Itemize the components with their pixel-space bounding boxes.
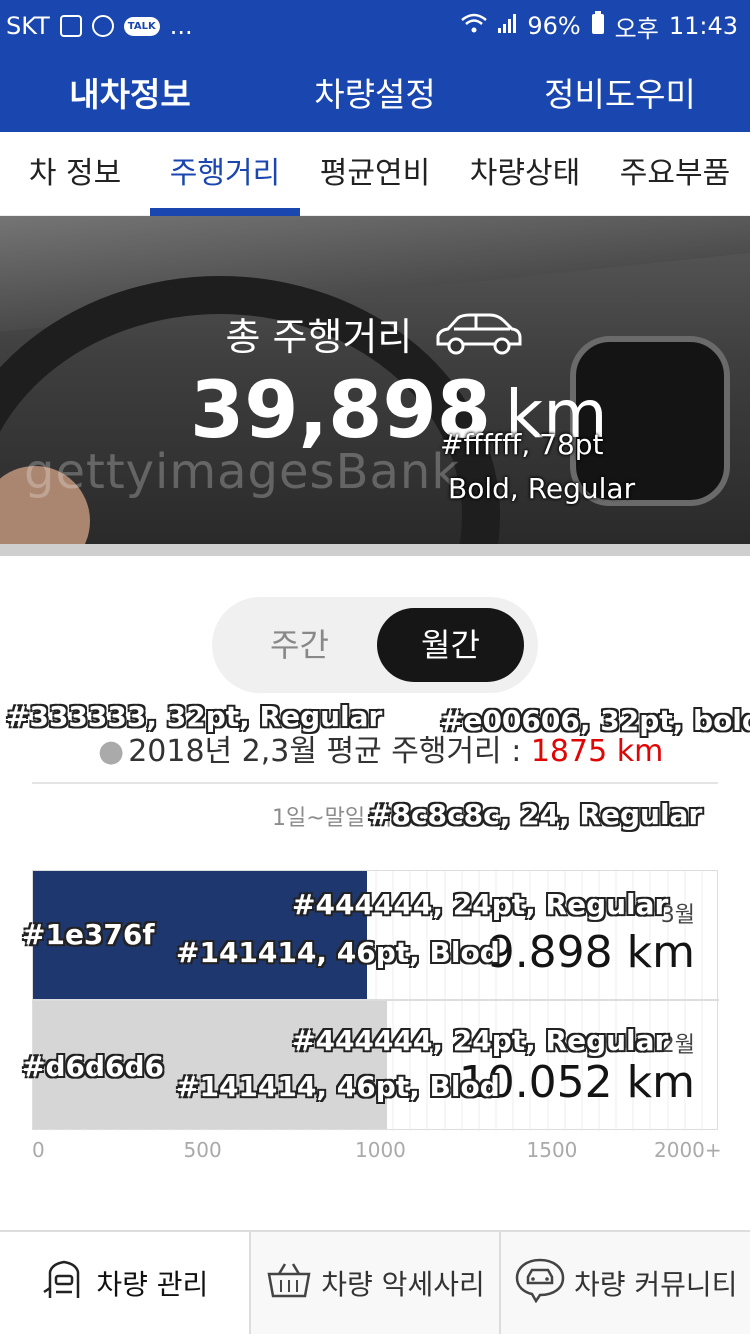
style-note-average-text: #333333, 32pt, Regular bbox=[6, 700, 383, 733]
style-note-month-2: #444444, 24pt, Regular bbox=[292, 1024, 669, 1057]
bottom-nav-accessories[interactable]: 차량 악세사리 bbox=[250, 1232, 502, 1334]
basket-icon bbox=[265, 1260, 313, 1307]
style-note-average-value: #e00606, 32pt, bold bbox=[440, 704, 750, 737]
divider bbox=[32, 782, 718, 784]
mileage-hero: gettyimagesBank 총 주행거리 39,898 km #ffffff,… bbox=[0, 216, 750, 544]
style-note-value-2: #141414, 46pt, Blod bbox=[176, 1070, 500, 1103]
tab-mileage[interactable]: 주행거리 bbox=[150, 132, 300, 216]
x-axis-tick: 2000+ bbox=[654, 1138, 722, 1162]
x-axis-tick: 1500 bbox=[526, 1138, 578, 1162]
style-note-value: #ffffff, 78pt bbox=[440, 428, 604, 461]
ampm-label: 오후 bbox=[614, 14, 659, 43]
bottom-nav: 차량 관리 차량 악세사리 차량 커뮤니티 bbox=[0, 1230, 750, 1334]
nav-maintenance-helper[interactable]: 정비도우미 bbox=[490, 68, 750, 116]
talk-icon: TALK bbox=[123, 16, 160, 36]
style-note-period: #8c8c8c, 24, Regular bbox=[368, 798, 703, 831]
status-bar: SKT TALK ... 96% 오후 11:43 bbox=[0, 0, 750, 52]
battery-icon bbox=[591, 11, 605, 41]
bottom-nav-community[interactable]: 차량 커뮤니티 bbox=[501, 1232, 750, 1334]
hero-divider bbox=[0, 544, 750, 556]
car-icon bbox=[432, 312, 524, 367]
style-note-bar-color-2: #d6d6d6 bbox=[22, 1050, 165, 1083]
bullet-icon: ● bbox=[98, 734, 125, 769]
bottom-nav-vehicle-management[interactable]: 차량 관리 bbox=[0, 1232, 251, 1334]
total-mileage-label: 총 주행거리 bbox=[0, 306, 750, 367]
x-axis-tick: 500 bbox=[183, 1138, 222, 1162]
gallery-icon bbox=[59, 15, 82, 37]
bottom-nav-label: 차량 악세사리 bbox=[321, 1268, 485, 1301]
car-chat-icon bbox=[514, 1257, 566, 1310]
style-note-bar-color-1: #1e376f bbox=[22, 918, 155, 951]
average-label: 2018년 2,3월 평균 주행거리 : bbox=[128, 734, 531, 769]
toggle-monthly[interactable]: 월간 bbox=[377, 608, 524, 682]
nav-vehicle-settings[interactable]: 차량설정 bbox=[260, 68, 490, 116]
sync-icon bbox=[91, 15, 114, 37]
more-notifications: ... bbox=[169, 12, 193, 40]
style-note-value-1: #141414, 46pt, Blod bbox=[176, 936, 500, 969]
toggle-weekly[interactable]: 주간 bbox=[226, 608, 373, 682]
signal-icon bbox=[497, 12, 517, 40]
nav-my-car-info[interactable]: 내차정보 bbox=[0, 68, 260, 116]
car-front-icon bbox=[40, 1258, 88, 1309]
tab-fuel-economy[interactable]: 평균연비 bbox=[300, 132, 450, 216]
bar-value-label: 9.898 km bbox=[486, 927, 695, 978]
period-toggle: 주간 월간 bbox=[212, 597, 538, 693]
style-note-weight: Bold, Regular bbox=[448, 472, 636, 505]
battery-percent: 96% bbox=[527, 12, 581, 40]
wifi-icon bbox=[461, 12, 488, 40]
sub-tabs: 차 정보 주행거리 평균연비 차량상태 주요부품 bbox=[0, 132, 750, 216]
style-note-month-1: #444444, 24pt, Regular bbox=[292, 888, 669, 921]
top-nav: 내차정보 차량설정 정비도우미 bbox=[0, 52, 750, 132]
x-axis-tick: 0 bbox=[32, 1138, 45, 1162]
clock: 11:43 bbox=[668, 12, 738, 40]
bottom-nav-label: 차량 관리 bbox=[96, 1268, 209, 1301]
tab-vehicle-status[interactable]: 차량상태 bbox=[450, 132, 600, 216]
tab-car-info[interactable]: 차 정보 bbox=[0, 132, 150, 216]
x-axis-tick: 1000 bbox=[355, 1138, 406, 1162]
bottom-nav-label: 차량 커뮤니티 bbox=[573, 1268, 738, 1301]
average-value: 1875 km bbox=[530, 734, 664, 769]
carrier-label: SKT bbox=[6, 12, 50, 40]
tab-main-parts[interactable]: 주요부품 bbox=[600, 132, 750, 216]
total-mileage-title: 총 주행거리 bbox=[225, 315, 413, 359]
